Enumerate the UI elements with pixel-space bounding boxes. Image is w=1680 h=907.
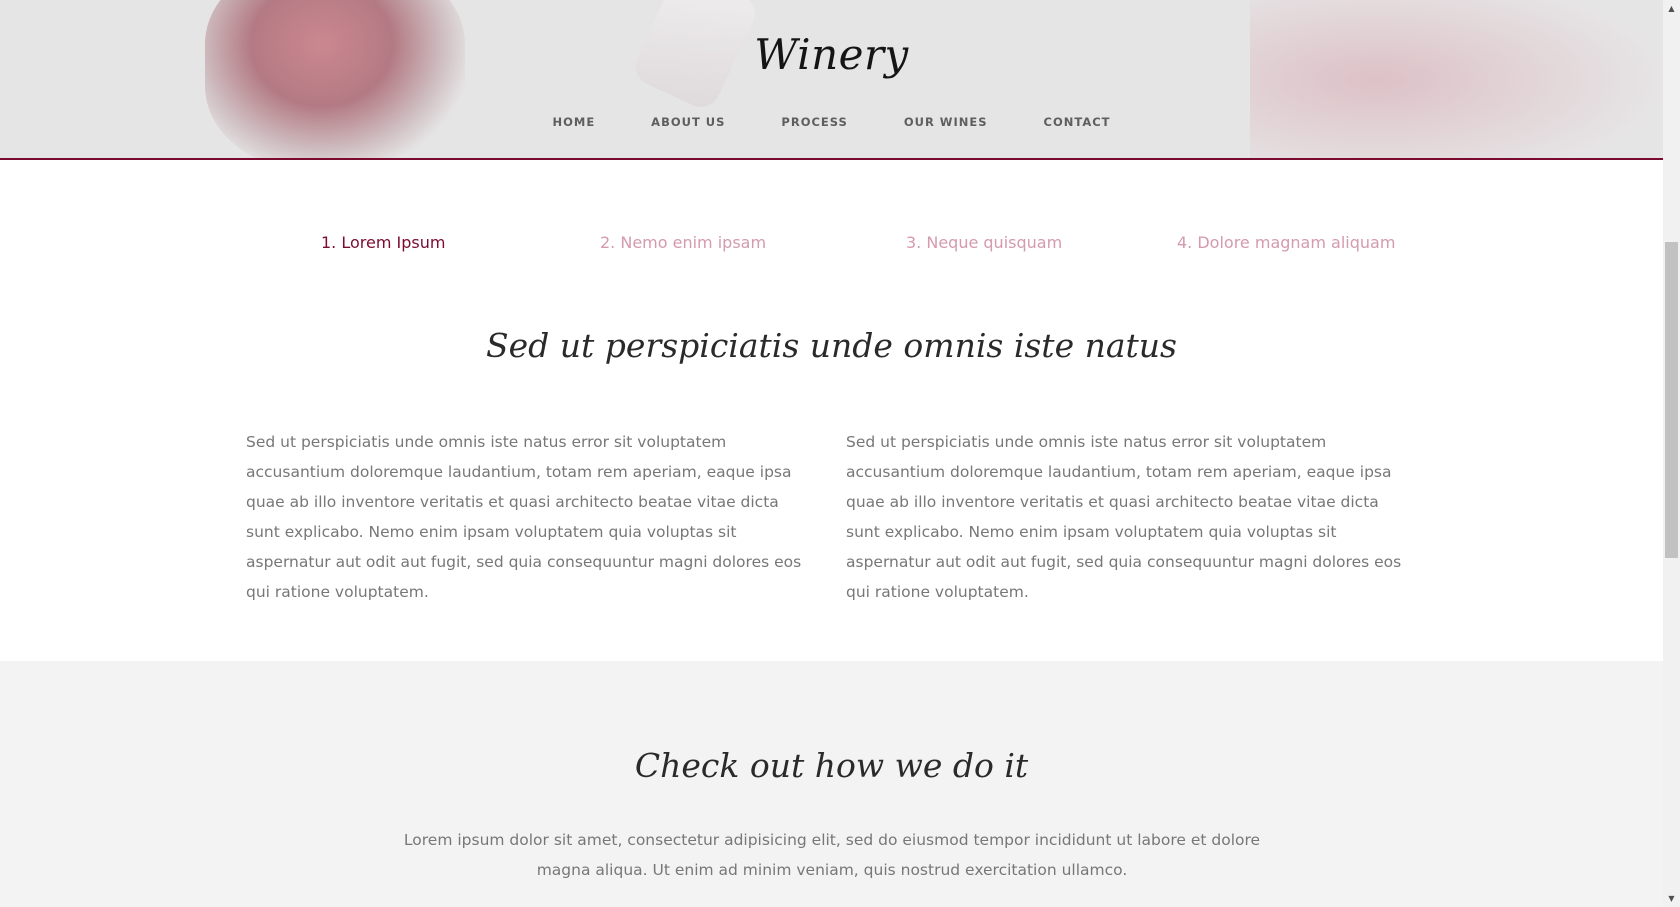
tab-neque-quisquam[interactable]: 3. Neque quisquam: [906, 233, 1062, 252]
site-header: Winery HOME ABOUT US PROCESS OUR WINES C…: [0, 0, 1663, 160]
tab-list: 1. Lorem Ipsum 2. Nemo enim ipsam 3. Neq…: [0, 233, 1663, 263]
text-column-right: Sed ut perspiciatis unde omnis iste natu…: [846, 433, 1402, 601]
tab-nemo-enim-ipsam[interactable]: 2. Nemo enim ipsam: [600, 233, 766, 252]
process-title: Check out how we do it: [634, 746, 1029, 785]
nav-process[interactable]: PROCESS: [781, 115, 847, 129]
header-background-image: [0, 0, 1663, 160]
scrollbar-thumb[interactable]: [1665, 242, 1678, 558]
nav-contact[interactable]: CONTACT: [1044, 115, 1111, 129]
blurred-background: [1250, 0, 1663, 160]
wine-splash-image: [205, 0, 465, 160]
vertical-scrollbar[interactable]: ▲ ▼: [1663, 0, 1680, 907]
nav-our-wines[interactable]: OUR WINES: [904, 115, 988, 129]
tab-dolore-magnam-aliquam[interactable]: 4. Dolore magnam aliquam: [1177, 233, 1395, 252]
scroll-up-icon[interactable]: ▲: [1663, 0, 1680, 17]
nav-about-us[interactable]: ABOUT US: [651, 115, 725, 129]
site-logo[interactable]: Winery: [0, 30, 1663, 79]
tab-lorem-ipsum[interactable]: 1. Lorem Ipsum: [321, 233, 445, 252]
process-text: Lorem ipsum dolor sit amet, consectetur …: [403, 831, 1261, 879]
page: Winery HOME ABOUT US PROCESS OUR WINES C…: [0, 0, 1663, 907]
header-accent-line: [0, 158, 1663, 160]
scroll-down-icon[interactable]: ▼: [1663, 890, 1680, 907]
main-nav: HOME ABOUT US PROCESS OUR WINES CONTACT: [0, 115, 1663, 129]
text-column-left: Sed ut perspiciatis unde omnis iste natu…: [246, 433, 802, 601]
section-title: Sed ut perspiciatis unde omnis iste natu…: [486, 326, 1177, 365]
nav-home[interactable]: HOME: [552, 115, 595, 129]
